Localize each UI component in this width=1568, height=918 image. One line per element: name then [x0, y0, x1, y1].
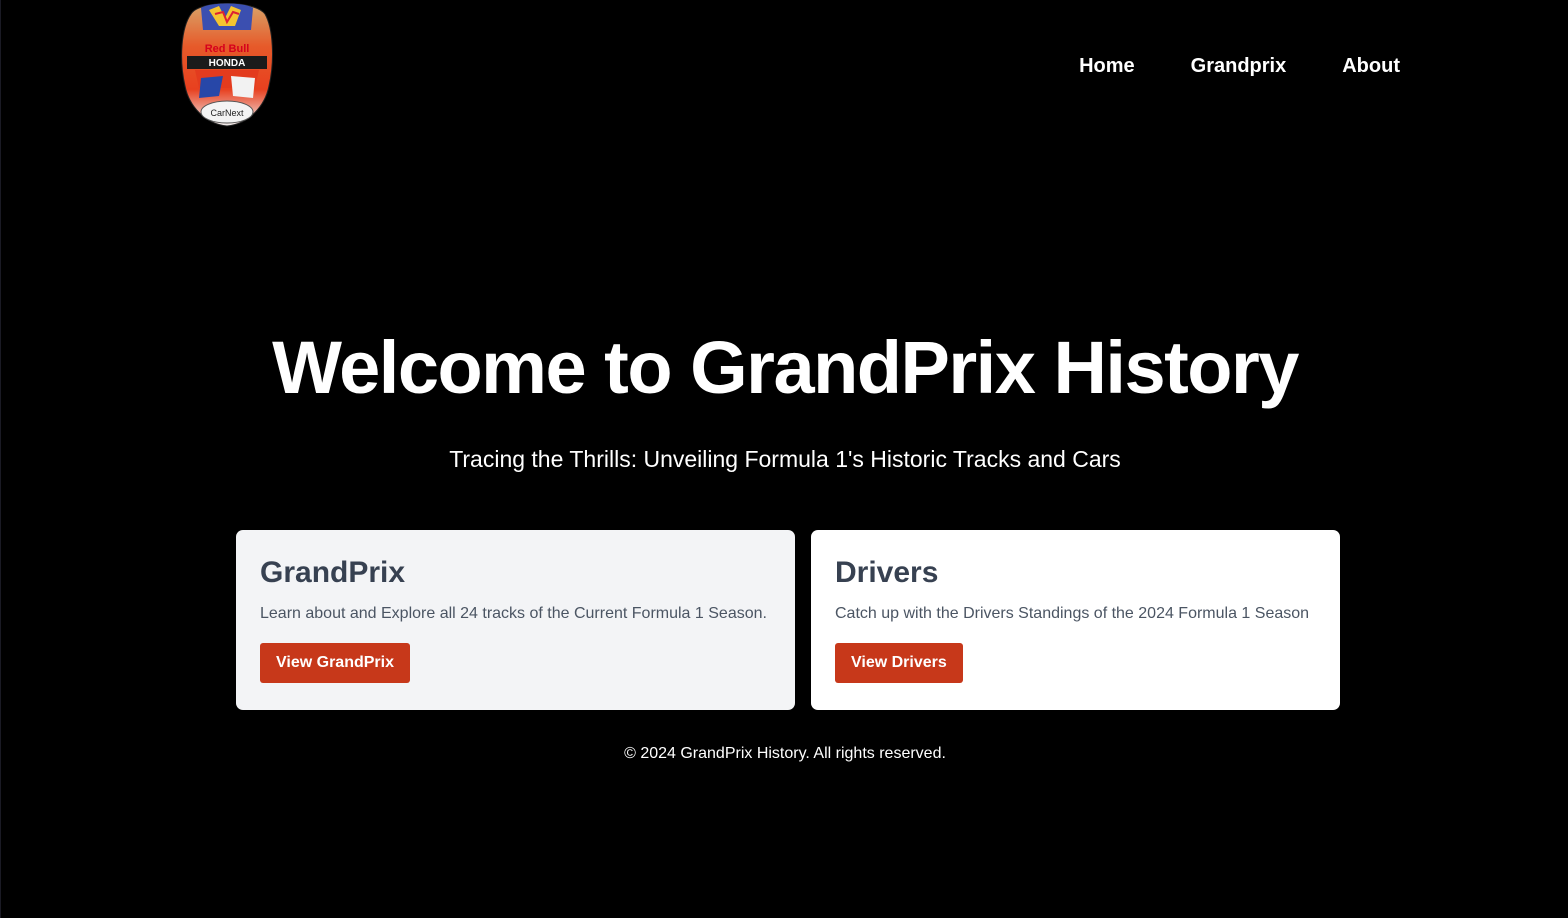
footer-copyright: © 2024 GrandPrix History. All rights res… [624, 745, 946, 762]
grandprix-card-description: Learn about and Explore all 24 tracks of… [260, 605, 767, 622]
hero-title: Welcome to GrandPrix History [272, 326, 1299, 409]
nav-about-link[interactable]: About [1342, 52, 1400, 80]
main-nav: Home Grandprix About [1023, 52, 1400, 80]
drivers-card-description: Catch up with the Drivers Standings of t… [835, 605, 1310, 622]
svg-text:HONDA: HONDA [209, 58, 246, 69]
drivers-card: Drivers Catch up with the Drivers Standi… [811, 530, 1340, 710]
svg-text:Red Bull: Red Bull [205, 43, 250, 55]
view-drivers-button[interactable]: View Drivers [835, 643, 963, 683]
drivers-card-title: Drivers [835, 556, 939, 589]
view-grandprix-button[interactable]: View GrandPrix [260, 643, 410, 683]
svg-text:CarNext: CarNext [210, 108, 244, 118]
helmet-logo-icon[interactable]: Red Bull HONDA CarNext [179, 0, 275, 128]
nav-home-link[interactable]: Home [1079, 52, 1135, 80]
page: Red Bull HONDA CarNext Home Grandprix Ab… [0, 0, 1568, 918]
hero-subtitle: Tracing the Thrills: Unveiling Formula 1… [449, 446, 1121, 472]
grandprix-card-title: GrandPrix [260, 556, 406, 589]
grandprix-card: GrandPrix Learn about and Explore all 24… [236, 530, 795, 710]
nav-grandprix-link[interactable]: Grandprix [1191, 52, 1287, 80]
